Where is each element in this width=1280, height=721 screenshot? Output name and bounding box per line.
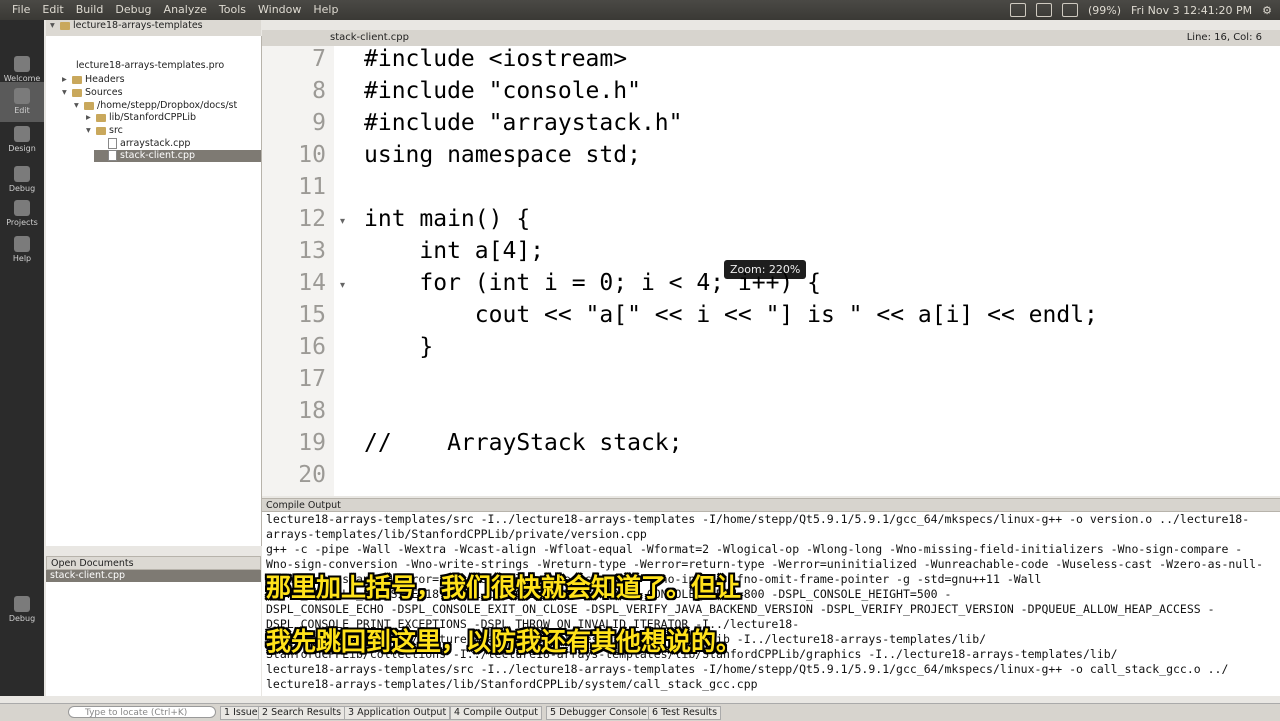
folder-icon	[96, 126, 106, 135]
status-bar: Type to locate (Ctrl+K) 1 Issues 2 Searc…	[0, 703, 1280, 721]
code-line[interactable]: // ArrayStack stack;	[364, 430, 683, 456]
welcome-icon	[14, 56, 30, 72]
menu-items: File Edit Build Debug Analyze Tools Wind…	[6, 0, 344, 20]
line-number: 13	[298, 238, 326, 264]
folder-icon	[72, 88, 82, 97]
code-editor[interactable]: ▾ ▾ Zoom: 220% 7 #include <iostream> 8 #inc…	[262, 46, 1280, 496]
open-documents-header: Open Documents	[46, 556, 261, 570]
folder-icon	[84, 101, 94, 110]
line-number: 20	[298, 462, 326, 488]
tree-src[interactable]: ▾ src	[86, 125, 123, 137]
line-number: 7	[312, 46, 326, 72]
open-document-item[interactable]: stack-client.cpp	[46, 570, 261, 582]
tree-sources[interactable]: ▾ Sources	[62, 87, 123, 99]
mode-design[interactable]: Design	[0, 120, 44, 160]
help-icon	[14, 236, 30, 252]
folder-icon	[60, 21, 70, 30]
mode-help[interactable]: Help	[0, 230, 44, 270]
tree-headers[interactable]: ▸ Headers	[62, 74, 125, 86]
output-line: DSPL_CONSOLE_ECHO -DSPL_CONSOLE_EXIT_ON_…	[266, 602, 1215, 616]
tab-search-results[interactable]: 2 Search Results	[258, 706, 346, 720]
code-line[interactable]: #include <iostream>	[364, 46, 627, 72]
code-line[interactable]: }	[364, 334, 433, 360]
menu-analyze[interactable]: Analyze	[158, 0, 213, 20]
wifi-icon[interactable]	[1035, 3, 1052, 17]
kit-selector[interactable]: Debug	[0, 590, 44, 630]
editor-toolbar: stack-client.cpp Line: 16, Col: 6	[262, 30, 1280, 47]
tree-root[interactable]: ▾ lecture18-arrays-templates	[50, 20, 203, 32]
menu-window[interactable]: Window	[252, 0, 307, 20]
tree-pro-file[interactable]: lecture18-arrays-templates.pro	[76, 60, 224, 72]
tree-path[interactable]: ▾/home/stepp/Dropbox/docs/st	[74, 100, 237, 112]
code-line[interactable]: for (int i = 0; i < 4; i++) {	[364, 270, 821, 296]
line-number: 11	[298, 174, 326, 200]
line-number: 18	[298, 398, 326, 424]
tab-compile-output[interactable]: 4 Compile Output	[450, 706, 542, 720]
fold-marker[interactable]: ▾	[340, 216, 345, 227]
tab-application-output[interactable]: 3 Application Output	[344, 706, 451, 720]
code-line[interactable]: int a[4];	[364, 238, 544, 264]
system-tray: (99%) Fri Nov 3 12:41:20 PM ⚙	[1009, 0, 1272, 20]
battery-icon[interactable]	[1061, 3, 1078, 17]
line-number: 16	[298, 334, 326, 360]
tab-debugger-console[interactable]: 5 Debugger Console	[546, 706, 651, 720]
output-line: arrays-templates/lib/StanfordCPPLib/priv…	[266, 527, 647, 541]
line-number: 17	[298, 366, 326, 392]
projects-icon	[14, 200, 30, 216]
subtitle-line-1: 那里加上括号，我们很快就会知道了。但让	[266, 573, 742, 602]
code-line[interactable]: cout << "a[" << i << "] is " << a[i] << …	[364, 302, 1098, 328]
project-tree: ▾ lecture18-arrays-templates lecture18-ar…	[46, 20, 262, 546]
line-number: 8	[312, 78, 326, 104]
code-line[interactable]: #include "console.h"	[364, 78, 641, 104]
menu-file[interactable]: File	[6, 0, 36, 20]
bug-icon	[14, 166, 30, 182]
output-line: lecture18-arrays-templates/src -I../lect…	[266, 662, 1229, 676]
battery-percent: (99%)	[1087, 3, 1122, 17]
cpp-file-icon	[108, 150, 117, 161]
mode-edit[interactable]: Edit	[0, 82, 44, 122]
output-line: lecture18-arrays-templates/src -I../lect…	[266, 512, 1250, 526]
folder-icon	[96, 113, 106, 122]
line-number: 15	[298, 302, 326, 328]
cpp-file-icon	[108, 138, 117, 149]
top-menu-bar: File Edit Build Debug Analyze Tools Wind…	[0, 0, 1280, 20]
code-line[interactable]: using namespace std;	[364, 142, 641, 168]
keyboard-icon[interactable]	[1009, 3, 1026, 17]
menu-help[interactable]: Help	[307, 0, 344, 20]
menu-debug[interactable]: Debug	[109, 0, 157, 20]
tree-file-selected[interactable]: stack-client.cpp	[94, 150, 261, 162]
cursor-position: Line: 16, Col: 6	[1186, 32, 1262, 43]
code-line[interactable]: #include "arraystack.h"	[364, 110, 683, 136]
folder-icon	[72, 75, 82, 84]
compile-output-header: Compile Output	[262, 498, 1280, 512]
tab-test-results[interactable]: 6 Test Results	[648, 706, 722, 720]
mode-bar: Welcome Edit Design Debug Projects Help …	[0, 20, 44, 696]
line-number: 10	[298, 142, 326, 168]
line-number: 14	[298, 270, 326, 296]
line-number: 12	[298, 206, 326, 232]
line-number: 9	[312, 110, 326, 136]
line-number: 19	[298, 430, 326, 456]
output-line: g++ -c -pipe -Wall -Wextra -Wcast-align …	[266, 542, 1243, 556]
menu-edit[interactable]: Edit	[36, 0, 69, 20]
edit-icon	[14, 88, 30, 104]
open-documents-list: stack-client.cpp	[46, 570, 261, 696]
design-icon	[14, 126, 30, 142]
code-line[interactable]: int main() {	[364, 206, 530, 232]
menu-tools[interactable]: Tools	[213, 0, 252, 20]
tree-lib[interactable]: ▸ lib/StanfordCPPLib	[86, 112, 196, 124]
menu-build[interactable]: Build	[70, 0, 110, 20]
clock[interactable]: Fri Nov 3 12:41:20 PM	[1131, 4, 1252, 17]
editor-filename[interactable]: stack-client.cpp	[330, 30, 409, 46]
output-line: lecture18-arrays-templates/lib/StanfordC…	[266, 677, 758, 691]
gear-icon[interactable]: ⚙	[1262, 4, 1272, 17]
fold-marker[interactable]: ▾	[340, 280, 345, 291]
monitor-icon	[14, 596, 30, 612]
subtitle-line-2: 我先跳回到这里，以防我还有其他想说的。	[266, 627, 742, 656]
compile-output-pane[interactable]: lecture18-arrays-templates/src -I../lect…	[262, 512, 1280, 696]
tree-file[interactable]: arraystack.cpp	[108, 138, 190, 150]
locator-input[interactable]: Type to locate (Ctrl+K)	[68, 706, 216, 718]
mode-projects[interactable]: Projects	[0, 194, 44, 234]
